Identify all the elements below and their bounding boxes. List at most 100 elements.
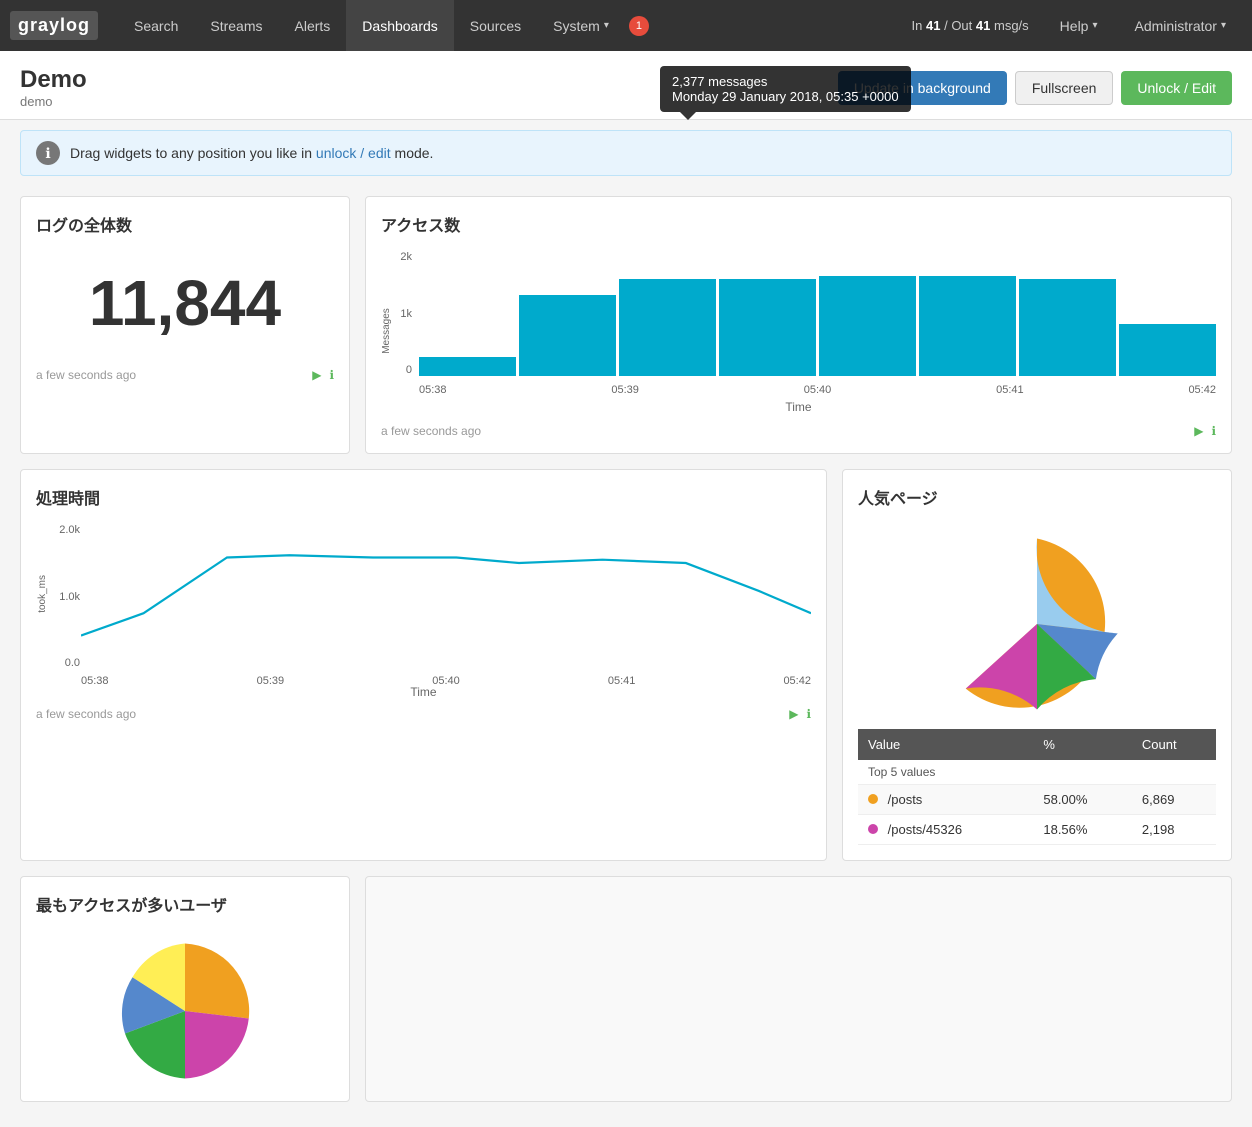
process-y-labels: 2.0k 1.0k 0.0 [48,524,80,669]
nav-links: Search Streams Alerts Dashboards Sources… [118,0,649,51]
access-x-title: Time [381,400,1216,414]
tooltip-box: 2,377 messages Monday 29 January 2018, 0… [660,66,911,112]
pie-svg [942,529,1132,719]
log-count-actions: ▶ ℹ [312,368,334,382]
table-row-top5: Top 5 values [858,760,1216,785]
widget-popular-pages: 人気ページ [842,469,1232,861]
info-bar: ℹ Drag widgets to any position you like … [20,130,1232,176]
process-time-actions: ▶ ℹ [789,707,811,721]
tooltip-messages: 2,377 messages [672,74,899,89]
nav-dashboards[interactable]: Dashboards [346,0,454,51]
table-header: Value % Count [858,729,1216,760]
row2-percent: 18.56% [1033,815,1132,845]
bar-2 [519,295,616,376]
bar-7 [1019,279,1116,377]
bot-row: 最もアクセスが多いユーザ [20,876,1232,1102]
nav-admin[interactable]: Administrator ▾ [1119,0,1243,51]
nav-help[interactable]: Help ▾ [1044,0,1114,51]
row1-percent: 58.00% [1033,785,1132,815]
access-play-icon[interactable]: ▶ [1194,424,1203,438]
main-content: ログの全体数 11,844 a few seconds ago ▶ ℹ アクセス… [0,186,1252,1127]
bar-8 [1119,324,1216,377]
access-y-title: Messages [381,308,393,354]
log-count-footer: a few seconds ago ▶ ℹ [36,368,334,382]
process-time-title: 処理時間 [36,485,811,509]
popular-pages-title: 人気ページ [858,485,1216,509]
info-text: Drag widgets to any position you like in… [70,145,433,161]
top5-label: Top 5 values [858,760,1216,785]
unlock-edit-button[interactable]: Unlock / Edit [1121,71,1232,105]
help-caret: ▾ [1092,20,1097,31]
nav-system[interactable]: System ▾ [537,0,625,51]
log-count-play-icon[interactable]: ▶ [312,368,321,382]
tu-seg-2 [185,1011,249,1079]
admin-caret: ▾ [1221,20,1226,31]
nav-search[interactable]: Search [118,0,194,51]
tooltip-date: Monday 29 January 2018, 05:35 +0000 [672,89,899,104]
row1-color-dot [868,794,878,804]
status-text: In 41 / Out 41 msg/s [912,18,1029,33]
access-title: アクセス数 [381,212,1216,236]
fullscreen-button[interactable]: Fullscreen [1015,71,1114,105]
out-value: 41 [976,18,990,33]
widget-top-users: 最もアクセスが多いユーザ [20,876,350,1102]
navbar: graylog Search Streams Alerts Dashboards… [0,0,1252,51]
process-time-play-icon[interactable]: ▶ [789,707,798,721]
col-percent: % [1033,729,1132,760]
widget-log-count: ログの全体数 11,844 a few seconds ago ▶ ℹ [20,196,350,454]
info-icon: ℹ [36,141,60,165]
bar-5 [819,276,916,376]
col-count: Count [1132,729,1216,760]
process-x-title: Time [36,685,811,699]
process-time-chart: took_ms 2.0k 1.0k 0.0 05:38 05:39 05:40 [36,519,811,699]
top-users-title: 最もアクセスが多いユーザ [36,892,334,916]
table-row-2: /posts/45326 18.56% 2,198 [858,815,1216,845]
top-users-pie-svg [100,936,270,1086]
bar-6 [919,276,1016,376]
access-footer: a few seconds ago ▶ ℹ [381,424,1216,438]
popular-pages-table: Value % Count Top 5 values /posts 5 [858,729,1216,845]
col-value: Value [858,729,1033,760]
access-chart: 2k 1k 0 Messages [381,246,1216,416]
unlock-edit-link[interactable]: unlock / edit [316,145,391,161]
tu-seg-1 [185,944,249,1019]
log-count-info-icon[interactable]: ℹ [329,368,334,382]
process-y-axis-label: took_ms [36,519,48,669]
row2-count: 2,198 [1132,815,1216,845]
top-users-pie [36,926,334,1086]
navbar-right: In 41 / Out 41 msg/s Help ▾ Administrato… [912,0,1242,51]
table-body: Top 5 values /posts 58.00% 6,869 /p [858,760,1216,845]
access-actions: ▶ ℹ [1194,424,1216,438]
access-bars [419,251,1216,376]
process-time-info-icon[interactable]: ℹ [806,707,811,721]
header-area: 2,377 messages Monday 29 January 2018, 0… [0,51,1252,120]
row2-value: /posts/45326 [858,815,1033,845]
process-time-svg [81,524,811,669]
row1-count: 6,869 [1132,785,1216,815]
widget-access: アクセス数 2k 1k 0 Messages [365,196,1232,454]
brand-logo: graylog [10,11,98,40]
widget-empty [365,876,1232,1102]
top-row: ログの全体数 11,844 a few seconds ago ▶ ℹ アクセス… [20,196,1232,454]
bar-4 [719,279,816,377]
process-time-footer: a few seconds ago ▶ ℹ [36,707,811,721]
row1-value: /posts [858,785,1033,815]
log-count-value: 11,844 [36,246,334,360]
widget-process-time: 処理時間 took_ms 2.0k 1.0k 0.0 05:38 [20,469,827,861]
navbar-brand[interactable]: graylog [10,11,98,40]
row2-color-dot [868,824,878,834]
popular-pages-pie [858,519,1216,729]
bar-1 [419,357,516,376]
table-row-1: /posts 58.00% 6,869 [858,785,1216,815]
log-count-title: ログの全体数 [36,212,334,236]
bar-3 [619,279,716,377]
system-dropdown-caret: ▾ [604,20,609,31]
mid-row: 処理時間 took_ms 2.0k 1.0k 0.0 05:38 [20,469,1232,861]
nav-sources[interactable]: Sources [454,0,537,51]
nav-alerts[interactable]: Alerts [279,0,347,51]
nav-badge: 1 [629,16,649,36]
access-info-icon[interactable]: ℹ [1211,424,1216,438]
access-x-labels: 05:38 05:39 05:40 05:41 05:42 [419,384,1216,396]
in-value: 41 [926,18,940,33]
nav-streams[interactable]: Streams [194,0,278,51]
